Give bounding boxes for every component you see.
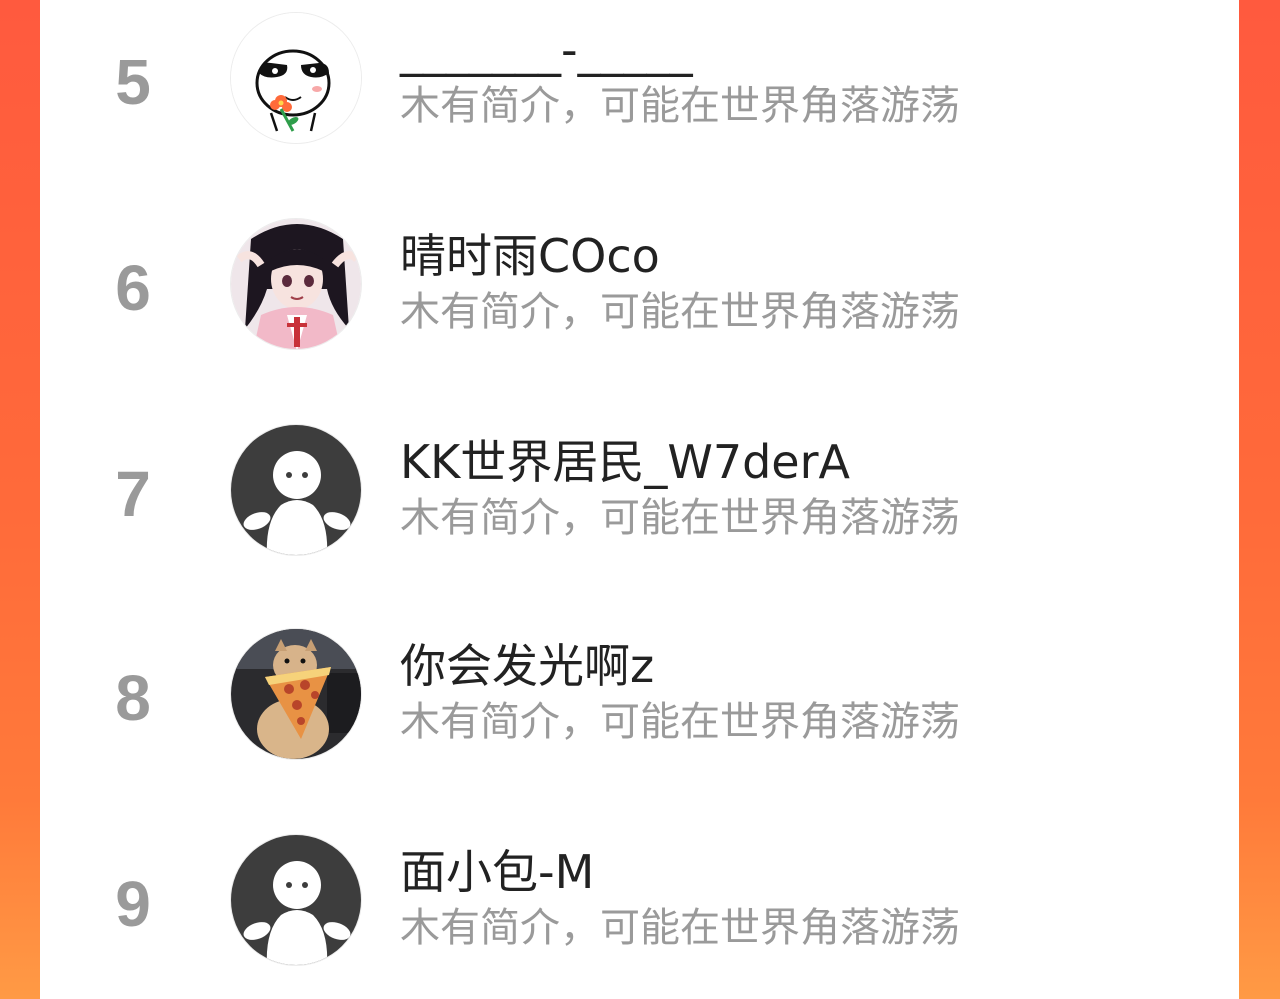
rank-number: 8 — [115, 662, 151, 734]
rank-number: 7 — [115, 458, 151, 530]
list-item[interactable]: 5 _______-_____ 木有简介，可能在世界角落游荡 — [40, 12, 1239, 152]
anime-girl-avatar-icon — [231, 219, 361, 349]
rank-number: 9 — [115, 868, 151, 940]
user-bio: 木有简介，可能在世界角落游荡 — [400, 289, 960, 335]
user-name[interactable]: _______-_____ — [400, 20, 693, 80]
avatar[interactable] — [230, 12, 362, 144]
default-user-avatar-icon — [231, 425, 361, 555]
list-item[interactable]: 6 晴时雨COco 木有简介，可能在世界角落游荡 — [40, 218, 1239, 358]
avatar[interactable] — [230, 834, 362, 966]
avatar[interactable] — [230, 424, 362, 556]
ranking-panel: 5 _______-_____ 木有简介，可能在世界角落游荡 6 晴时雨COco… — [40, 0, 1239, 999]
user-name[interactable]: KK世界居民_W7derA — [400, 432, 850, 492]
user-bio: 木有简介，可能在世界角落游荡 — [400, 905, 960, 951]
avatar[interactable] — [230, 218, 362, 350]
meme-face-flower-avatar-icon — [231, 13, 361, 143]
rank-number: 6 — [115, 252, 151, 324]
list-item[interactable]: 8 你会发光啊z 木有简介，可能在世界角落游荡 — [40, 628, 1239, 768]
dog-pizza-avatar-icon — [231, 629, 361, 759]
list-item[interactable]: 9 面小包-M 木有简介，可能在世界角落游荡 — [40, 834, 1239, 974]
default-user-avatar-icon — [231, 835, 361, 965]
rank-number: 5 — [115, 46, 151, 118]
list-item[interactable]: 7 KK世界居民_W7derA 木有简介，可能在世界角落游荡 — [40, 424, 1239, 564]
user-bio: 木有简介，可能在世界角落游荡 — [400, 699, 960, 745]
user-bio: 木有简介，可能在世界角落游荡 — [400, 495, 960, 541]
user-name[interactable]: 面小包-M — [400, 842, 594, 902]
user-name[interactable]: 晴时雨COco — [400, 226, 660, 286]
user-bio: 木有简介，可能在世界角落游荡 — [400, 83, 960, 129]
avatar[interactable] — [230, 628, 362, 760]
user-name[interactable]: 你会发光啊z — [400, 636, 654, 696]
